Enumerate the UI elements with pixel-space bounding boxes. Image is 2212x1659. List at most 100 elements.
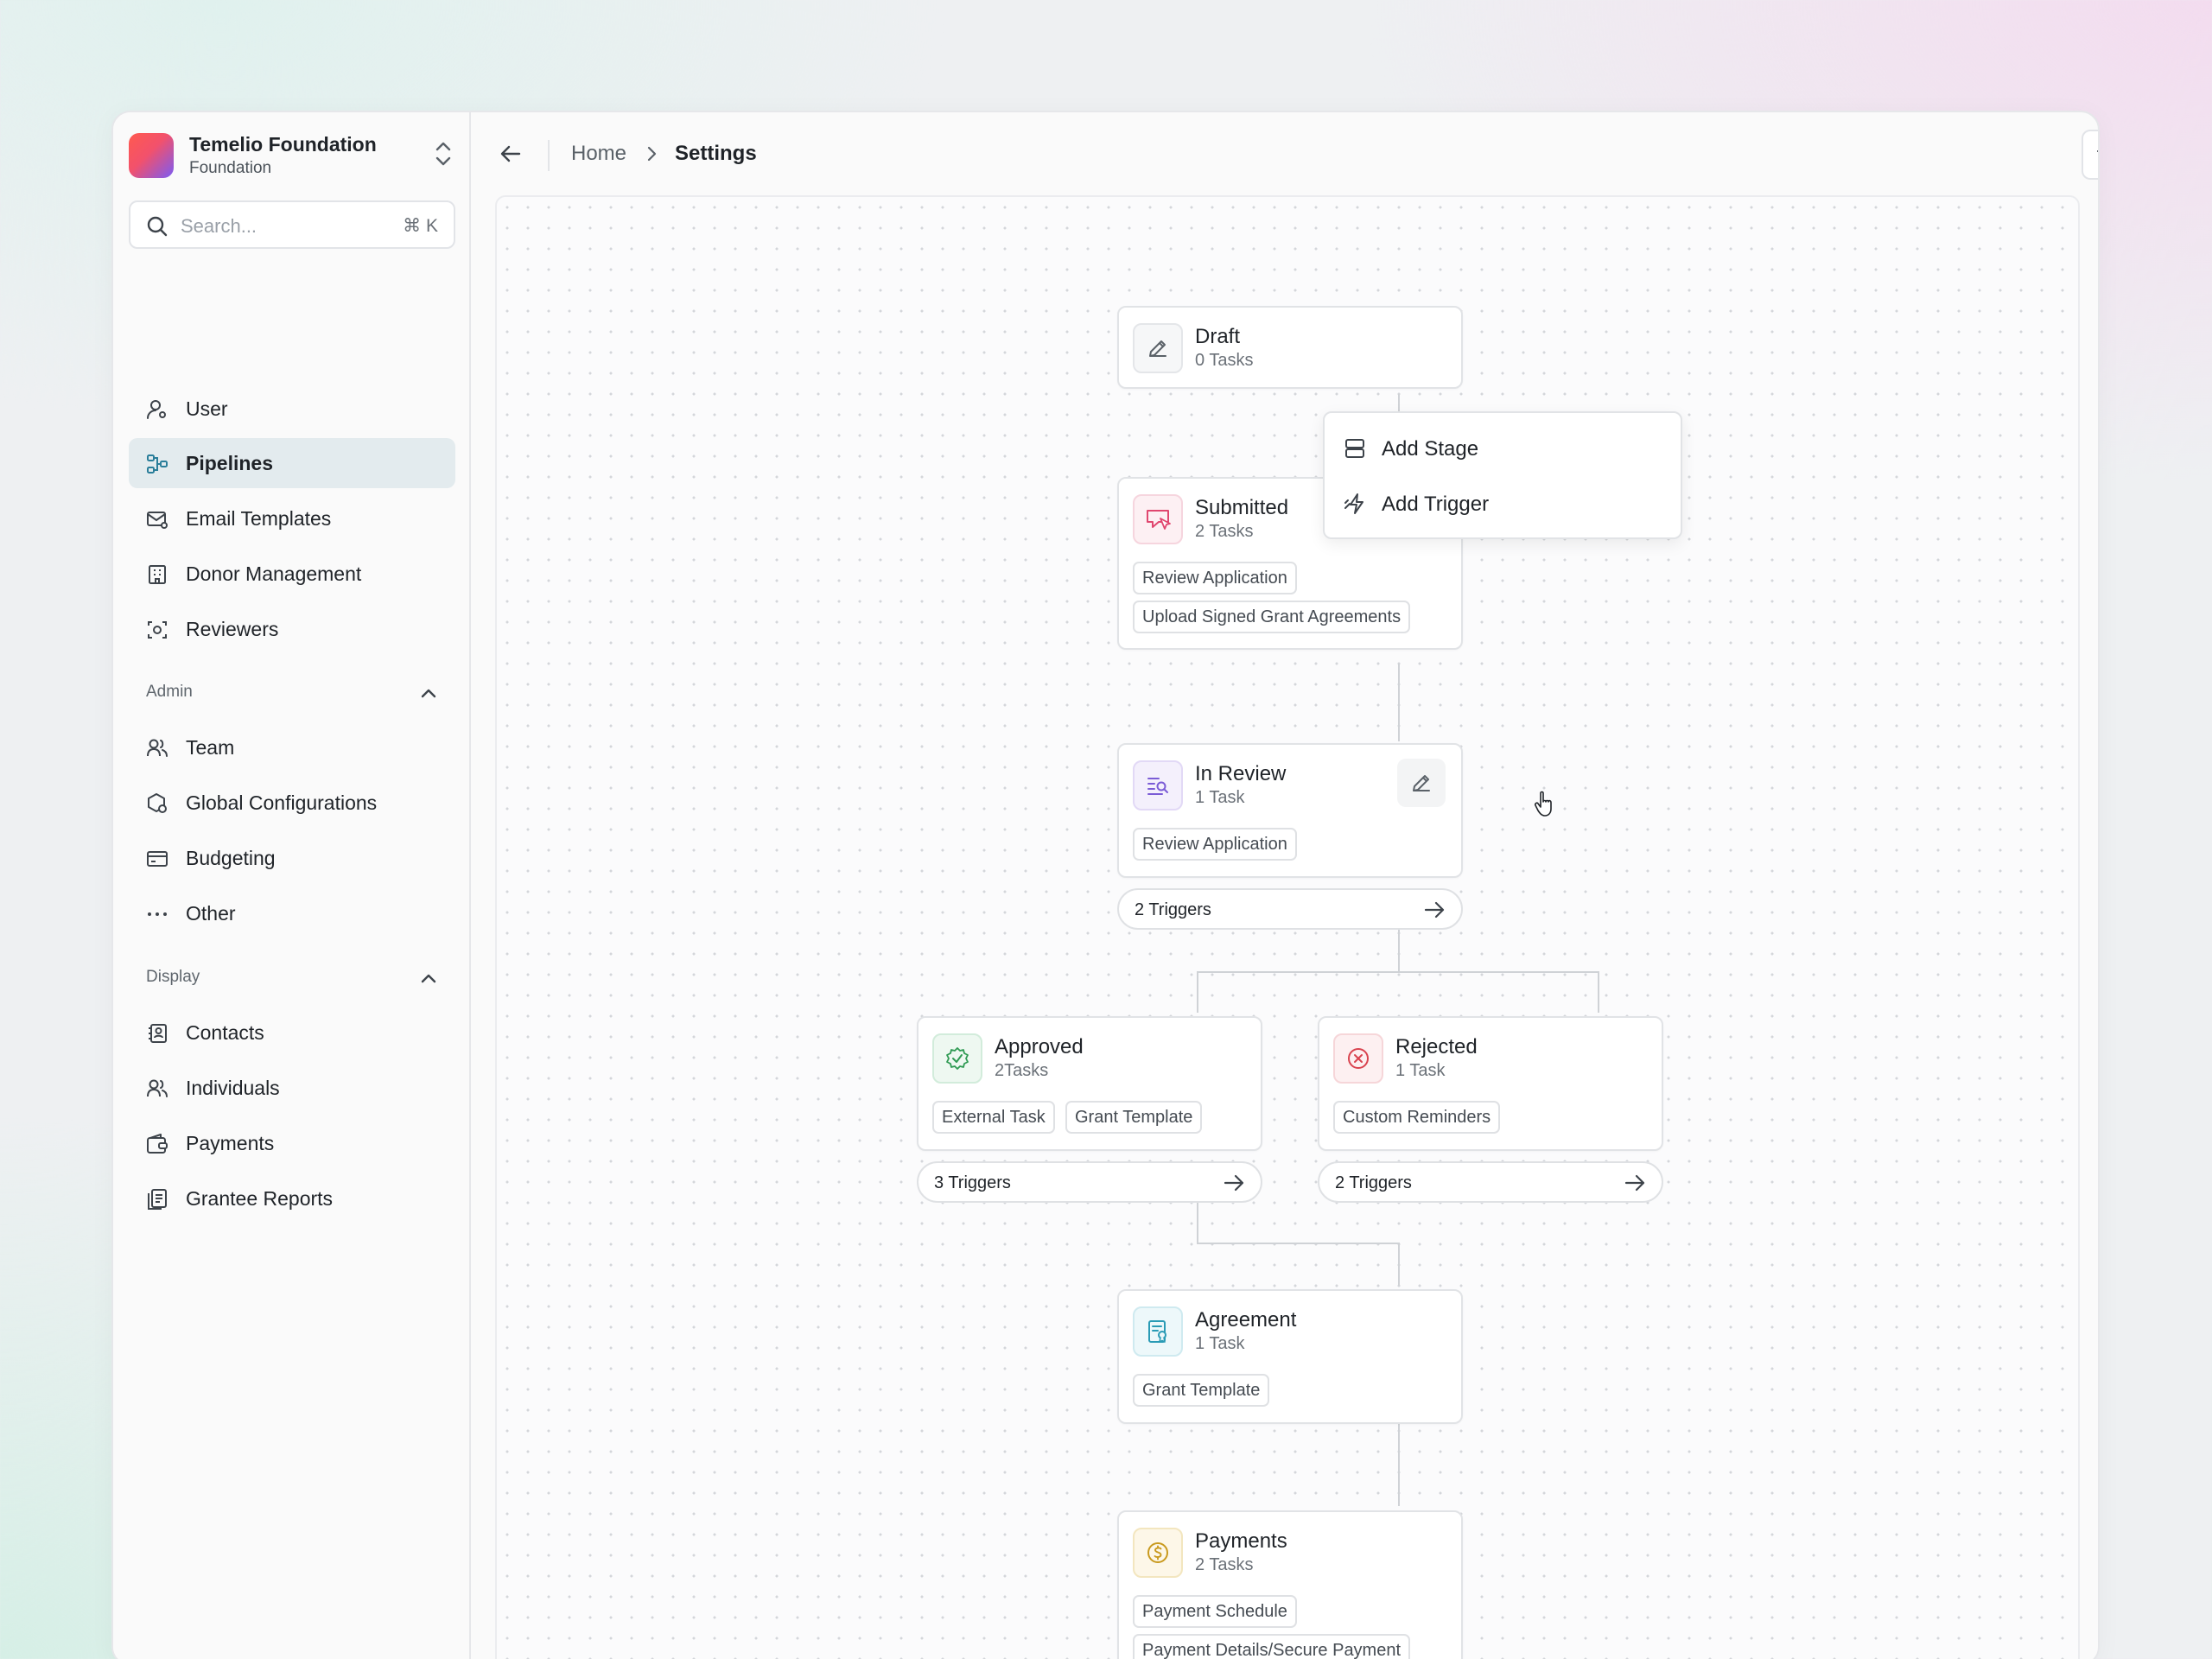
sidebar-item-reviewers[interactable]: Reviewers bbox=[129, 604, 455, 654]
org-type: Foundation bbox=[189, 159, 272, 177]
sidebar-item-label: Other bbox=[186, 902, 236, 925]
task-tag: Grant Template bbox=[1065, 1101, 1203, 1134]
org-name: Temelio Foundation bbox=[189, 133, 377, 156]
stage-task-count: 1 Task bbox=[1195, 788, 1245, 807]
sidebar-item-individuals[interactable]: Individuals bbox=[129, 1063, 455, 1113]
sidebar-item-label: Team bbox=[186, 736, 235, 759]
reviewer-icon bbox=[148, 621, 167, 639]
search-shortcut: ⌘ K bbox=[403, 216, 438, 236]
triggers-button[interactable]: 2 Triggers bbox=[1318, 1161, 1663, 1203]
sidebar-item-label: Donor Management bbox=[186, 563, 362, 585]
topbar: Home Settings bbox=[471, 112, 2098, 195]
sidebar-item-label: Global Configurations bbox=[186, 791, 378, 814]
stage-task-count: 1 Task bbox=[1195, 1334, 1245, 1353]
chevron-up-icon[interactable] bbox=[419, 969, 438, 988]
org-logo bbox=[129, 133, 174, 178]
stage-task-count: 2 Tasks bbox=[1195, 522, 1254, 541]
connector-line bbox=[1598, 971, 1599, 1013]
pencil-icon bbox=[1133, 323, 1183, 373]
sidebar-item-user[interactable]: User bbox=[129, 384, 455, 434]
stage-card-rejected[interactable]: Rejected 1 Task Custom Reminders bbox=[1318, 1016, 1663, 1151]
menu-item-label: Add Stage bbox=[1382, 437, 1479, 461]
pipeline-canvas[interactable]: Draft 0 Tasks Submitted 2 Tasks Review A… bbox=[495, 195, 2080, 1659]
stage-card-in-review[interactable]: In Review 1 Task Review Application bbox=[1117, 743, 1463, 878]
add-menu: Add Stage Add Trigger bbox=[1323, 411, 1682, 539]
stage-card-agreement[interactable]: Agreement 1 Task Grant Template bbox=[1117, 1289, 1463, 1424]
dollar-coin-icon bbox=[1133, 1528, 1183, 1578]
pipeline-icon bbox=[147, 454, 168, 474]
stage-title: Approved bbox=[995, 1035, 1084, 1058]
sidebar-item-contacts[interactable]: Contacts bbox=[129, 1007, 455, 1058]
chevron-up-down-icon[interactable] bbox=[433, 138, 454, 169]
sidebar-item-payments[interactable]: Payments bbox=[129, 1118, 455, 1168]
sidebar-item-global-configurations[interactable]: Global Configurations bbox=[129, 778, 455, 828]
stage-title: Draft bbox=[1195, 325, 1241, 348]
task-tag: Custom Reminders bbox=[1333, 1101, 1501, 1134]
stage-task-count: 0 Tasks bbox=[1195, 351, 1254, 370]
section-label: Display bbox=[146, 968, 200, 986]
menu-item-label: Add Trigger bbox=[1382, 493, 1490, 516]
stage-card-payments[interactable]: Payments 2 Tasks Payment Schedule Paymen… bbox=[1117, 1510, 1463, 1659]
stage-title: In Review bbox=[1195, 762, 1287, 785]
edit-stage-button[interactable] bbox=[1397, 759, 1446, 807]
sidebar-item-other[interactable]: Other bbox=[129, 888, 455, 938]
arrow-left-icon[interactable] bbox=[497, 140, 524, 168]
connector-line bbox=[1197, 971, 1599, 973]
search-placeholder: Search... bbox=[181, 215, 257, 237]
sidebar-item-label: Pipelines bbox=[186, 452, 273, 474]
task-tag: Payment Details/Secure Payment bbox=[1133, 1634, 1411, 1659]
stage-title: Agreement bbox=[1195, 1308, 1297, 1332]
arrow-right-icon bbox=[1624, 1174, 1645, 1192]
menu-item-add-stage[interactable]: Add Stage bbox=[1325, 423, 1681, 474]
wallet-icon bbox=[147, 1134, 168, 1154]
support-button[interactable] bbox=[2082, 130, 2098, 180]
arrow-right-icon bbox=[1224, 1174, 1244, 1192]
chevron-right-icon bbox=[647, 146, 657, 162]
document-seal-icon bbox=[1133, 1306, 1183, 1357]
triggers-button[interactable]: 3 Triggers bbox=[917, 1161, 1262, 1203]
building-icon bbox=[149, 565, 166, 584]
sidebar-item-label: Grantee Reports bbox=[186, 1187, 334, 1210]
connector-line bbox=[1197, 1243, 1400, 1244]
config-icon bbox=[148, 793, 167, 813]
task-tag: Review Application bbox=[1133, 828, 1297, 861]
reports-icon bbox=[148, 1189, 167, 1210]
connector-line bbox=[1398, 1243, 1400, 1286]
sidebar-item-label: Reviewers bbox=[186, 618, 279, 640]
section-admin[interactable]: Admin bbox=[129, 676, 455, 710]
search-list-icon bbox=[1133, 760, 1183, 810]
pencil-icon bbox=[1413, 775, 1430, 791]
search-input[interactable]: Search... ⌘ K bbox=[129, 200, 455, 249]
menu-item-add-trigger[interactable]: Add Trigger bbox=[1325, 479, 1681, 529]
stage-card-approved[interactable]: Approved 2Tasks External Task Grant Temp… bbox=[917, 1016, 1262, 1151]
org-switcher[interactable]: Temelio Foundation Foundation bbox=[129, 130, 457, 180]
triggers-button[interactable]: 2 Triggers bbox=[1117, 888, 1463, 930]
individuals-icon bbox=[147, 1079, 168, 1097]
sidebar: Temelio Foundation Foundation Search... … bbox=[113, 112, 471, 1659]
task-tag: Upload Signed Grant Agreements bbox=[1133, 601, 1411, 633]
sidebar-item-team[interactable]: Team bbox=[129, 722, 455, 772]
bolt-icon bbox=[1344, 493, 1363, 514]
breadcrumb-home[interactable]: Home bbox=[571, 142, 626, 166]
sidebar-item-label: Email Templates bbox=[186, 507, 332, 530]
stage-task-count: 2Tasks bbox=[995, 1061, 1049, 1080]
user-settings-icon bbox=[147, 400, 166, 419]
sidebar-item-donor-management[interactable]: Donor Management bbox=[129, 549, 455, 599]
stage-card-draft[interactable]: Draft 0 Tasks bbox=[1117, 306, 1463, 389]
triggers-label: 2 Triggers bbox=[1135, 900, 1211, 919]
stage-title: Payments bbox=[1195, 1529, 1287, 1553]
section-display[interactable]: Display bbox=[129, 961, 455, 995]
sidebar-item-label: Payments bbox=[186, 1132, 275, 1154]
divider bbox=[548, 140, 550, 171]
x-circle-icon bbox=[1333, 1033, 1383, 1084]
sidebar-item-email-templates[interactable]: Email Templates bbox=[129, 493, 455, 543]
sidebar-item-pipelines[interactable]: Pipelines bbox=[129, 438, 455, 488]
sidebar-item-grantee-reports[interactable]: Grantee Reports bbox=[129, 1173, 455, 1224]
sidebar-item-budgeting[interactable]: Budgeting bbox=[129, 833, 455, 883]
hand-cursor-icon bbox=[1535, 791, 1552, 817]
task-tag: External Task bbox=[932, 1101, 1055, 1134]
arrow-right-icon bbox=[1424, 901, 1445, 918]
breadcrumb-current: Settings bbox=[675, 142, 757, 165]
chevron-up-icon[interactable] bbox=[419, 684, 438, 703]
sidebar-item-label: User bbox=[186, 397, 228, 420]
